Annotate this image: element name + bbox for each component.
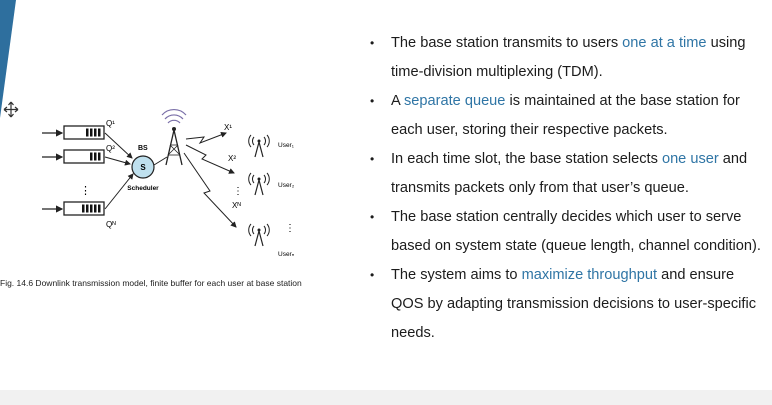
bullet-icon: •	[370, 94, 375, 108]
downlink-diagram: Q¹ Q² ⋮ Qᴺ BS S Scheduler X¹ X² ⋮ Xᴺ Use…	[42, 109, 295, 258]
bullet-item: • A separate queue is maintained at the b…	[370, 87, 770, 145]
user-label-1: User₁	[278, 142, 295, 149]
bullet-item: • The system aims to maximize throughput …	[370, 261, 770, 348]
queue-label-1: Q¹	[106, 119, 115, 128]
user-ellipsis: ⋮	[285, 223, 295, 234]
antenna-tower-icon	[161, 109, 187, 166]
channel-ellipsis: ⋮	[233, 186, 243, 197]
bullet-text: The system aims to	[391, 267, 522, 283]
highlight-text: one at a time	[622, 35, 707, 51]
channel-label-2: X²	[228, 154, 236, 163]
bullet-item: • The base station transmits to users one…	[370, 29, 770, 87]
bullet-icon: •	[370, 36, 375, 50]
bs-label: BS	[138, 145, 148, 152]
scheduler-symbol: S	[140, 163, 146, 172]
queue-label-2: Q²	[106, 144, 115, 153]
channel-label-1: X¹	[224, 123, 232, 132]
user-label-2: User₂	[278, 182, 295, 189]
highlight-text: maximize throughput	[521, 267, 658, 283]
mobile-user-icon: User₂	[248, 172, 295, 196]
scheduler: BS S Scheduler	[127, 145, 159, 192]
bullet-text: A	[391, 93, 404, 109]
bullet-text: The base station transmits to users	[391, 35, 623, 51]
bullet-icon: •	[370, 210, 375, 224]
queue-n: Qᴺ	[42, 201, 116, 229]
bullet-icon: •	[370, 268, 375, 282]
queue-1: Q¹	[42, 119, 115, 140]
figure-caption: Fig. 14.6 Downlink transmission model, f…	[0, 278, 302, 288]
channel-label-n: Xᴺ	[232, 201, 241, 210]
queue-ellipsis: ⋮	[80, 185, 91, 197]
bullet-list: • The base station transmits to users one…	[370, 29, 770, 348]
mobile-user-icon: User₁	[248, 134, 295, 158]
bullet-icon: •	[370, 152, 375, 166]
highlight-text: separate queue	[403, 93, 506, 109]
highlight-text: one user	[661, 151, 719, 167]
bullet-item: • The base station centrally decides whic…	[370, 203, 770, 261]
bullet-text: The base station centrally decides which…	[391, 209, 761, 254]
bullet-item: • In each time slot, the base station sel…	[370, 145, 770, 203]
scheduler-label: Scheduler	[127, 185, 159, 192]
bullet-text: In each time slot, the base station sele…	[391, 151, 662, 167]
user-label-n: Userₙ	[278, 251, 295, 258]
footer-bar	[0, 390, 772, 405]
queue-label-n: Qᴺ	[106, 220, 116, 229]
slide: Q¹ Q² ⋮ Qᴺ BS S Scheduler X¹ X² ⋮ Xᴺ Use…	[0, 0, 772, 390]
queue-2: Q²	[42, 144, 115, 164]
